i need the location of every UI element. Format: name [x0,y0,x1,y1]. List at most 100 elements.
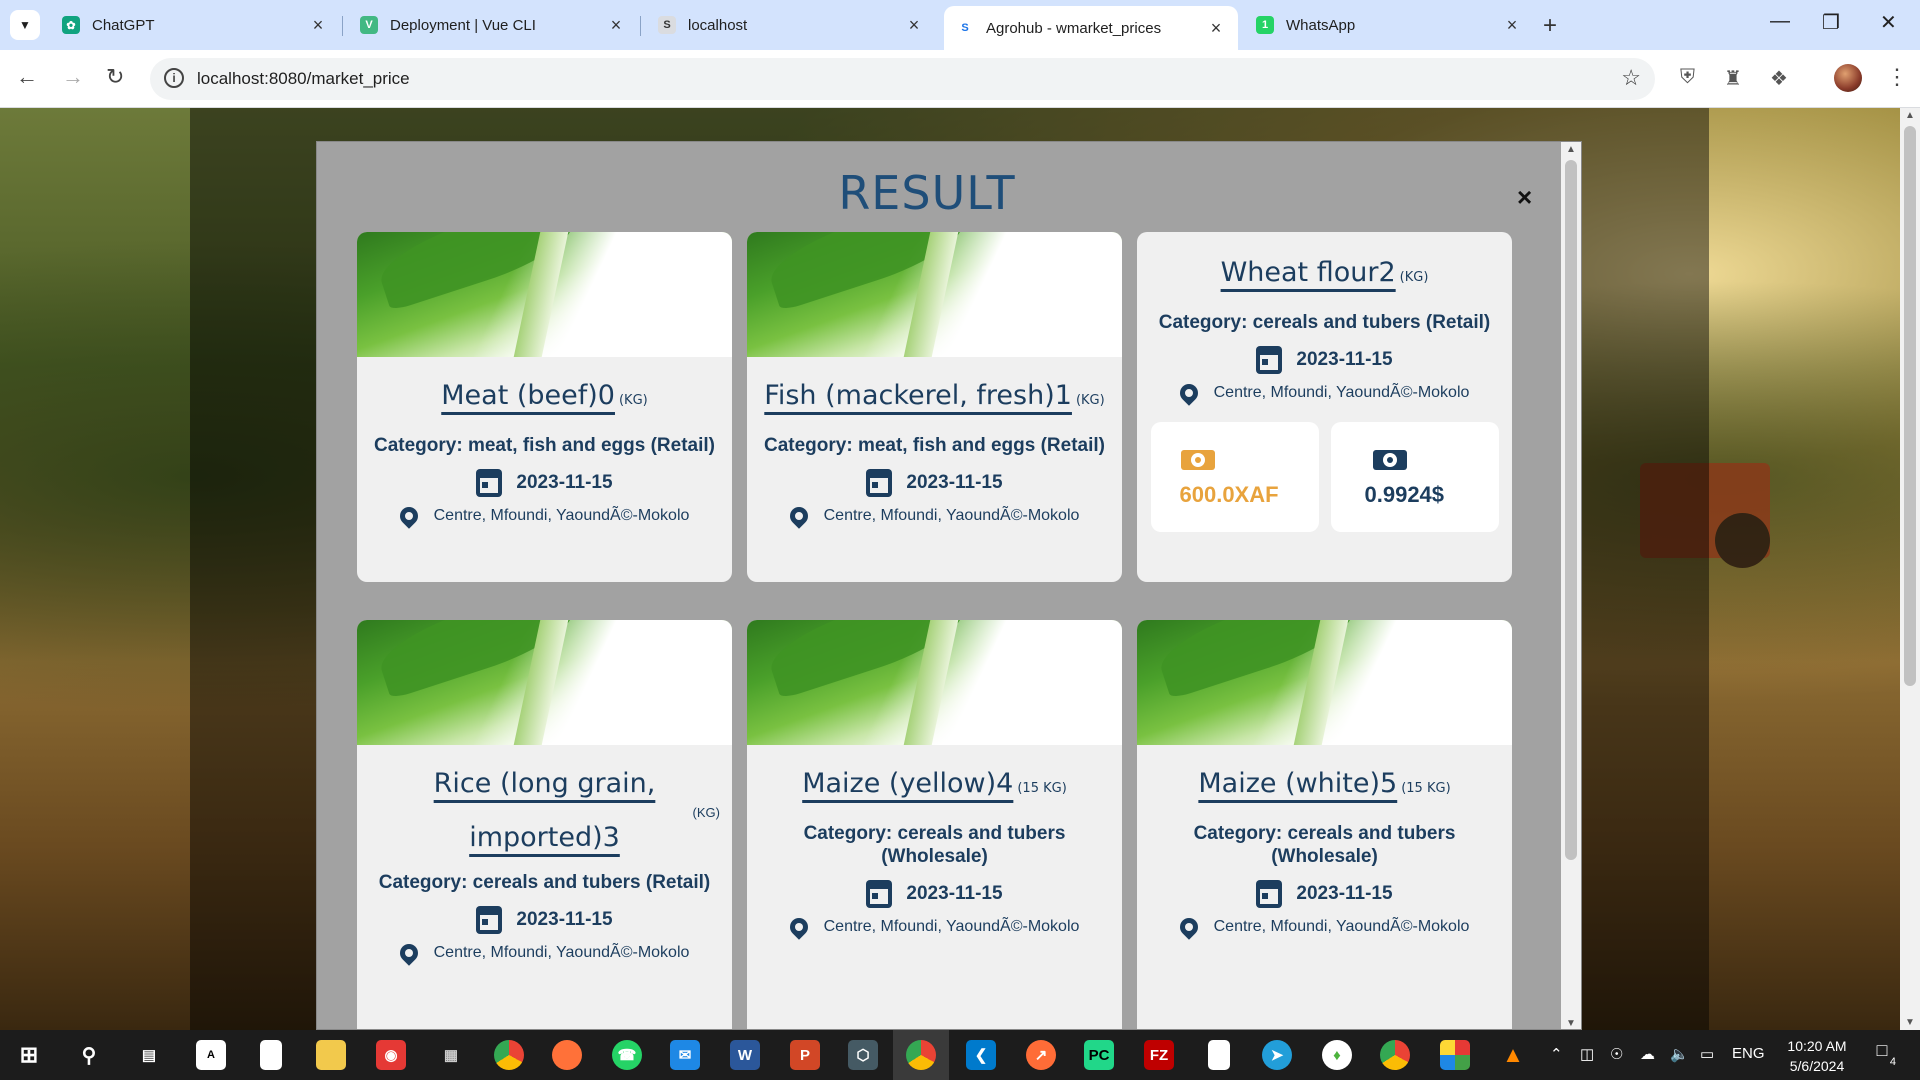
product-category: Category: cereals and tubers (Retail) [378,872,711,893]
powerpoint-icon[interactable]: P [790,1040,820,1070]
site-info-icon[interactable]: i [164,68,184,88]
calendar-icon [1256,880,1283,908]
browser-toolbar: ← → ↻ i localhost:8080/market_price ☆ ⛨ … [0,50,1920,108]
location-pin-icon [395,503,422,529]
close-tab-icon[interactable]: × [606,15,626,36]
whatsapp-icon: 1 [1256,16,1274,34]
tab-chatgpt[interactable]: ✿ ChatGPT × [50,6,340,44]
shield-extension-icon[interactable]: ⛨ [1680,66,1695,89]
scroll-down-icon[interactable]: ▼ [1905,1017,1915,1028]
product-location: Centre, Mfoundi, YaoundÃ©-Mokolo [757,914,1112,940]
scrollbar-thumb[interactable] [1904,126,1916,686]
result-modal: RESULT × Meat (beef)0 (KG) Category: meat… [316,141,1582,1030]
forward-icon[interactable]: → [62,64,84,90]
bookmark-star-icon[interactable]: ☆ [1621,65,1641,91]
product-card[interactable]: Rice (long grain, imported)3 (KG) Catego… [357,620,732,1029]
volume-icon[interactable]: 🔈 [1670,1045,1689,1063]
new-tab-button[interactable]: + [1543,12,1557,40]
url-text[interactable]: localhost:8080/market_price [197,69,410,89]
product-unit: (KG) [692,805,720,820]
close-icon[interactable]: × [1517,182,1532,213]
reload-icon[interactable]: ↻ [106,64,124,90]
product-name-text: Rice (long grain, imported)3 [433,768,656,853]
product-name: Maize (yellow)4 (15 KG) [757,757,1112,816]
postman-icon[interactable]: ↗ [1026,1040,1056,1070]
product-image [357,232,732,357]
document-icon[interactable] [1208,1040,1230,1070]
display-icon[interactable]: ▭ [1700,1045,1714,1063]
product-location: Centre, Mfoundi, YaoundÃ©-Mokolo [1147,914,1502,940]
location-text: Centre, Mfoundi, YaoundÃ©-Mokolo [823,918,1080,935]
close-tab-icon[interactable]: × [904,15,924,36]
scroll-up-icon[interactable]: ▲ [1905,110,1915,121]
close-tab-icon[interactable]: × [1502,15,1522,36]
restore-icon[interactable]: ❐ [1822,10,1840,35]
search-icon[interactable]: ⚲ [74,1040,104,1070]
page-scrollbar[interactable]: ▲ ▼ [1900,108,1920,1030]
clock-date: 5/6/2024 [1789,1058,1845,1074]
recorder-icon[interactable]: ◉ [376,1040,406,1070]
language-indicator[interactable]: ENG [1732,1045,1765,1062]
product-image [357,620,732,745]
product-card[interactable]: Fish (mackerel, fresh)1 (KG) Category: me… [747,232,1122,582]
filezilla-icon[interactable]: FZ [1144,1040,1174,1070]
vlc-icon[interactable]: ▲ [1498,1040,1528,1070]
mail-icon[interactable]: ✉ [670,1040,700,1070]
document-icon[interactable] [260,1040,282,1070]
calculator-icon[interactable]: ▦ [436,1040,466,1070]
tab-agrohub[interactable]: S Agrohub - wmarket_prices × [944,6,1238,50]
chrome-icon[interactable] [906,1040,936,1070]
clock-time: 10:20 AM [1787,1038,1847,1054]
extension-icon[interactable]: ♜ [1724,66,1742,91]
close-tab-icon[interactable]: × [1206,18,1226,39]
notification-icon[interactable]: □ 4 [1866,1040,1898,1070]
tab-localhost[interactable]: S localhost × [646,6,936,44]
tab-search-button[interactable]: ▼ [10,10,40,40]
whatsapp-icon[interactable]: ☎ [612,1040,642,1070]
product-date: 2023-11-15 [757,469,1112,497]
close-window-icon[interactable]: ✕ [1880,10,1897,35]
calendar-icon [476,469,503,497]
profile-avatar[interactable] [1834,64,1862,92]
tab-title: localhost [688,16,748,34]
modal-scrollbar[interactable]: ▲ ▼ [1561,142,1581,1029]
product-card[interactable]: Meat (beef)0 (KG) Category: meat, fish an… [357,232,732,582]
back-icon[interactable]: ← [16,64,38,90]
tab-whatsapp[interactable]: 1 WhatsApp × [1244,6,1534,44]
chrome-icon[interactable] [1380,1040,1410,1070]
scroll-up-icon[interactable]: ▲ [1566,144,1576,155]
app-icon[interactable] [1440,1040,1470,1070]
product-card[interactable]: Maize (white)5 (15 KG) Category: cereals … [1137,620,1512,1029]
battery-icon[interactable]: ◫ [1580,1045,1594,1063]
firefox-icon[interactable] [552,1040,582,1070]
puzzle-extensions-icon[interactable]: ❖ [1770,66,1788,91]
clock[interactable]: 10:20 AM 5/6/2024 [1772,1036,1862,1076]
word-icon[interactable]: W [730,1040,760,1070]
chrome-icon[interactable] [494,1040,524,1070]
agrohub-icon: S [956,19,974,37]
windows-start-icon[interactable]: ⊞ [14,1040,44,1070]
mongodb-icon[interactable]: ♦ [1322,1040,1352,1070]
product-card-flipped[interactable]: Wheat flour2 (KG) Category: cereals and t… [1137,232,1512,582]
app-icon[interactable]: ⬡ [848,1040,878,1070]
chevron-up-icon[interactable]: ⌃ [1550,1045,1563,1063]
cloud-icon[interactable]: ☁ [1640,1045,1655,1063]
scrollbar-thumb[interactable] [1565,160,1577,860]
address-bar[interactable]: i localhost:8080/market_price ☆ [150,58,1655,100]
network-icon[interactable]: ☉ [1610,1045,1623,1063]
scroll-down-icon[interactable]: ▼ [1566,1018,1576,1029]
telegram-icon[interactable]: ➤ [1262,1040,1292,1070]
site-icon: S [658,16,676,34]
product-date: 2023-11-15 [1147,880,1502,908]
product-card[interactable]: Maize (yellow)4 (15 KG) Category: cereals… [747,620,1122,1029]
app-icon[interactable]: A [196,1040,226,1070]
pycharm-icon[interactable]: PC [1084,1040,1114,1070]
minimize-icon[interactable]: — [1770,10,1790,33]
menu-icon[interactable]: ⋮ [1886,64,1908,90]
vscode-icon[interactable]: ❮ [966,1040,996,1070]
tab-vue-cli[interactable]: V Deployment | Vue CLI × [348,6,638,44]
product-date: 2023-11-15 [757,880,1112,908]
close-tab-icon[interactable]: × [308,15,328,36]
file-explorer-icon[interactable] [316,1040,346,1070]
task-view-icon[interactable]: ▤ [134,1040,164,1070]
